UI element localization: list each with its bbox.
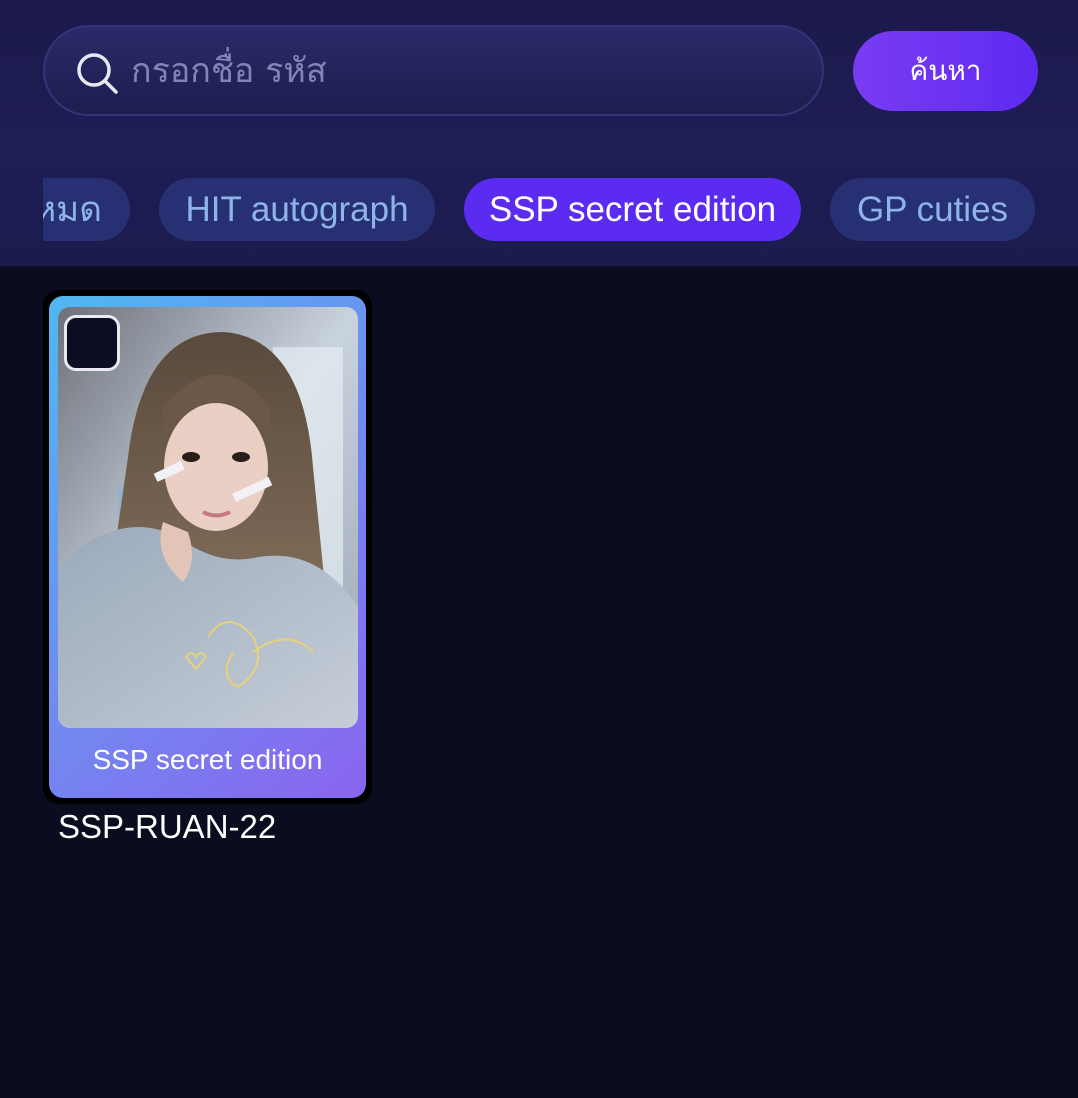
tab-gp-cuties[interactable]: GP cuties [830, 178, 1035, 241]
search-input[interactable] [131, 27, 791, 114]
card-edition-label: SSP secret edition [92, 744, 323, 775]
tab-ssp-secret-edition[interactable]: SSP secret edition [464, 178, 801, 241]
tab-hit-autograph[interactable]: HIT autograph [159, 178, 435, 241]
search-box[interactable] [43, 25, 824, 116]
select-checkbox[interactable] [64, 315, 120, 371]
header: ค้นหา ทั้งหมด HIT autograph SSP secret e… [0, 0, 1078, 266]
card[interactable]: SSP secret edition [43, 290, 372, 804]
category-tabs: ทั้งหมด HIT autograph SSP secret edition… [43, 178, 1078, 242]
card-frame: SSP secret edition [49, 296, 366, 798]
card-code: SSP-RUAN-22 [58, 808, 277, 845]
tab-all[interactable]: ทั้งหมด [43, 178, 130, 241]
search-button[interactable]: ค้นหา [853, 31, 1038, 111]
search-icon [77, 53, 118, 94]
